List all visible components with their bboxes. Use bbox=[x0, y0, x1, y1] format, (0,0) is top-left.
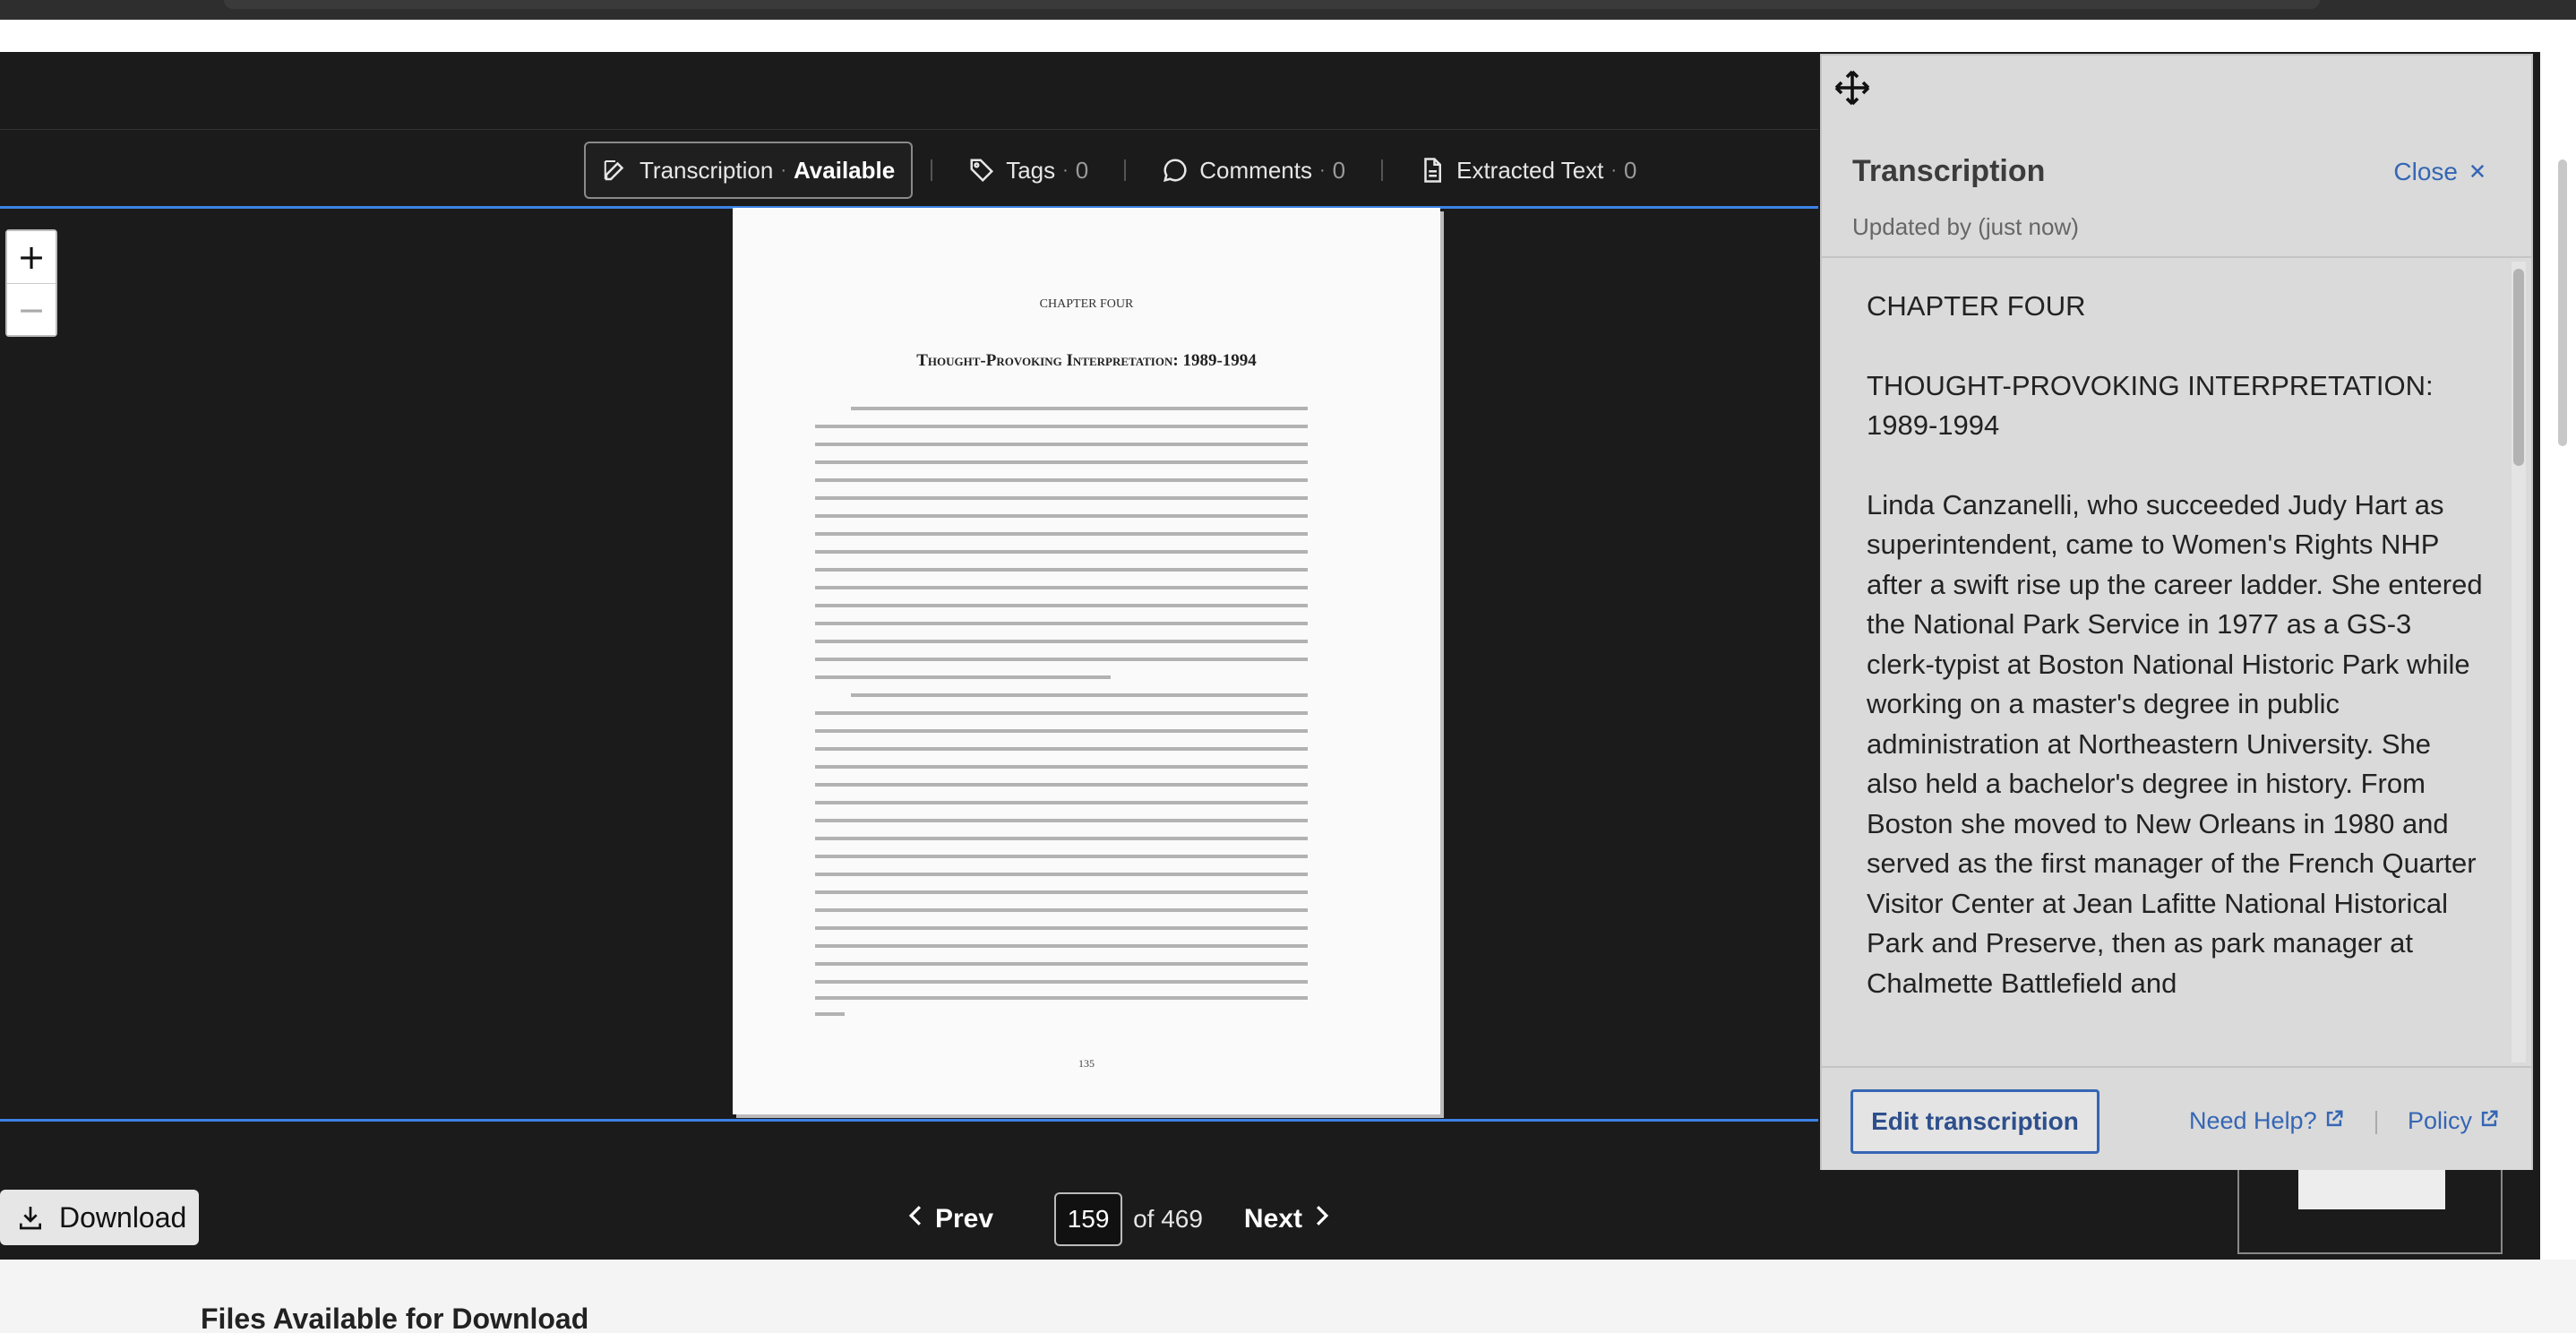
files-section: Files Available for Download bbox=[0, 1260, 2576, 1333]
edit-transcription-button[interactable]: Edit transcription bbox=[1850, 1089, 2099, 1154]
toolbar-separator bbox=[1124, 159, 1127, 181]
transcription-text[interactable]: CHAPTER FOUR THOUGHT-PROVOKING INTERPRET… bbox=[1822, 258, 2531, 1066]
separator-dot: · bbox=[1610, 159, 1618, 180]
comment-icon bbox=[1162, 157, 1189, 184]
prev-page-button[interactable]: Prev bbox=[896, 1204, 993, 1234]
tab-tags-label: Tags bbox=[1006, 156, 1056, 184]
download-label: Download bbox=[59, 1200, 187, 1234]
external-link-icon bbox=[2472, 1107, 2499, 1135]
tab-comments[interactable]: Comments · 0 bbox=[1144, 142, 1363, 199]
move-icon[interactable] bbox=[1831, 66, 1874, 109]
tag-icon bbox=[968, 157, 995, 184]
tab-extracted-text-label: Extracted Text bbox=[1456, 156, 1604, 184]
transcription-paragraph: CHAPTER FOUR bbox=[1867, 290, 2086, 322]
transcription-scrollbar-thumb[interactable] bbox=[2513, 269, 2524, 466]
tab-transcription[interactable]: Transcription · Available bbox=[584, 142, 914, 199]
comments-count: 0 bbox=[1332, 156, 1346, 184]
page-body-text-lines bbox=[815, 407, 1308, 998]
page-scrollbar-thumb[interactable] bbox=[2558, 159, 2567, 446]
scanned-page-image[interactable]: CHAPTER FOUR Thought-Provoking Interpret… bbox=[733, 208, 1440, 1114]
toolbar-divider bbox=[0, 129, 1818, 130]
updated-by-label: Updated by (just now) bbox=[1852, 213, 2079, 240]
external-link-icon bbox=[2317, 1107, 2344, 1135]
browser-top-bar bbox=[0, 0, 2576, 20]
extracted-count: 0 bbox=[1624, 156, 1637, 184]
top-pill bbox=[224, 0, 2320, 9]
pencil-icon bbox=[602, 157, 629, 184]
page-chapter-heading: CHAPTER FOUR bbox=[1039, 297, 1134, 311]
tab-comments-label: Comments bbox=[1199, 156, 1312, 184]
toolbar-separator bbox=[1381, 159, 1384, 181]
need-help-link[interactable]: Need Help? bbox=[2189, 1107, 2344, 1135]
page-title-heading: Thought-Provoking Interpretation: 1989-1… bbox=[916, 351, 1257, 370]
panel-footer: Edit transcription Need Help? Policy bbox=[1822, 1066, 2531, 1170]
tab-tags[interactable]: Tags · 0 bbox=[950, 142, 1106, 199]
header-band bbox=[0, 20, 2576, 52]
zoom-in-button[interactable]: + bbox=[7, 231, 56, 283]
separator-dot: · bbox=[1062, 159, 1069, 180]
tab-transcription-label: Transcription bbox=[640, 156, 774, 184]
policy-link[interactable]: Policy bbox=[2408, 1107, 2499, 1135]
files-heading: Files Available for Download bbox=[201, 1303, 589, 1333]
panel-title: Transcription bbox=[1852, 154, 2046, 188]
separator-dot: · bbox=[1318, 159, 1326, 180]
page-number-input[interactable]: 159 bbox=[1054, 1192, 1123, 1246]
next-label: Next bbox=[1243, 1204, 1302, 1234]
zoom-controls: + − bbox=[5, 229, 57, 337]
total-pages-label: of 469 bbox=[1133, 1205, 1203, 1233]
page-number-label: 135 bbox=[1078, 1057, 1095, 1070]
close-label: Close bbox=[2393, 158, 2458, 185]
link-separator bbox=[2375, 1111, 2377, 1134]
download-button[interactable]: Download bbox=[0, 1190, 199, 1245]
viewer-toolbar: Transcription · Available Tags · 0 Comme… bbox=[584, 142, 1655, 199]
transcription-scrollbar[interactable] bbox=[2512, 262, 2526, 1062]
transcription-paragraph: Linda Canzanelli, who succeeded Judy Har… bbox=[1867, 488, 2483, 999]
close-icon bbox=[2458, 158, 2486, 186]
transcription-status: Available bbox=[793, 156, 896, 184]
close-panel-button[interactable]: Close bbox=[2393, 158, 2486, 186]
tab-extracted-text[interactable]: Extracted Text · 0 bbox=[1401, 142, 1654, 199]
chevron-left-icon bbox=[896, 1204, 935, 1234]
need-help-label: Need Help? bbox=[2189, 1107, 2317, 1134]
toolbar-separator bbox=[931, 159, 933, 181]
prev-label: Prev bbox=[935, 1204, 994, 1234]
page-footnote-lines bbox=[815, 996, 1308, 1028]
transcription-panel: Transcription Close Updated by (just now… bbox=[1820, 54, 2533, 1170]
next-page-button[interactable]: Next bbox=[1244, 1204, 1342, 1234]
zoom-out-button[interactable]: − bbox=[7, 283, 56, 335]
chevron-right-icon bbox=[1302, 1204, 1342, 1234]
separator-dot: · bbox=[780, 159, 786, 180]
page-scrollbar-track[interactable] bbox=[2540, 52, 2576, 1260]
transcription-paragraph: THOUGHT-PROVOKING INTERPRETATION: 1989-1… bbox=[1867, 369, 2434, 442]
download-icon bbox=[16, 1203, 45, 1232]
pagination: Prev 159 of 469 Next bbox=[896, 1191, 1342, 1247]
document-icon bbox=[1419, 157, 1446, 184]
policy-label: Policy bbox=[2408, 1107, 2473, 1134]
tags-count: 0 bbox=[1075, 156, 1089, 184]
